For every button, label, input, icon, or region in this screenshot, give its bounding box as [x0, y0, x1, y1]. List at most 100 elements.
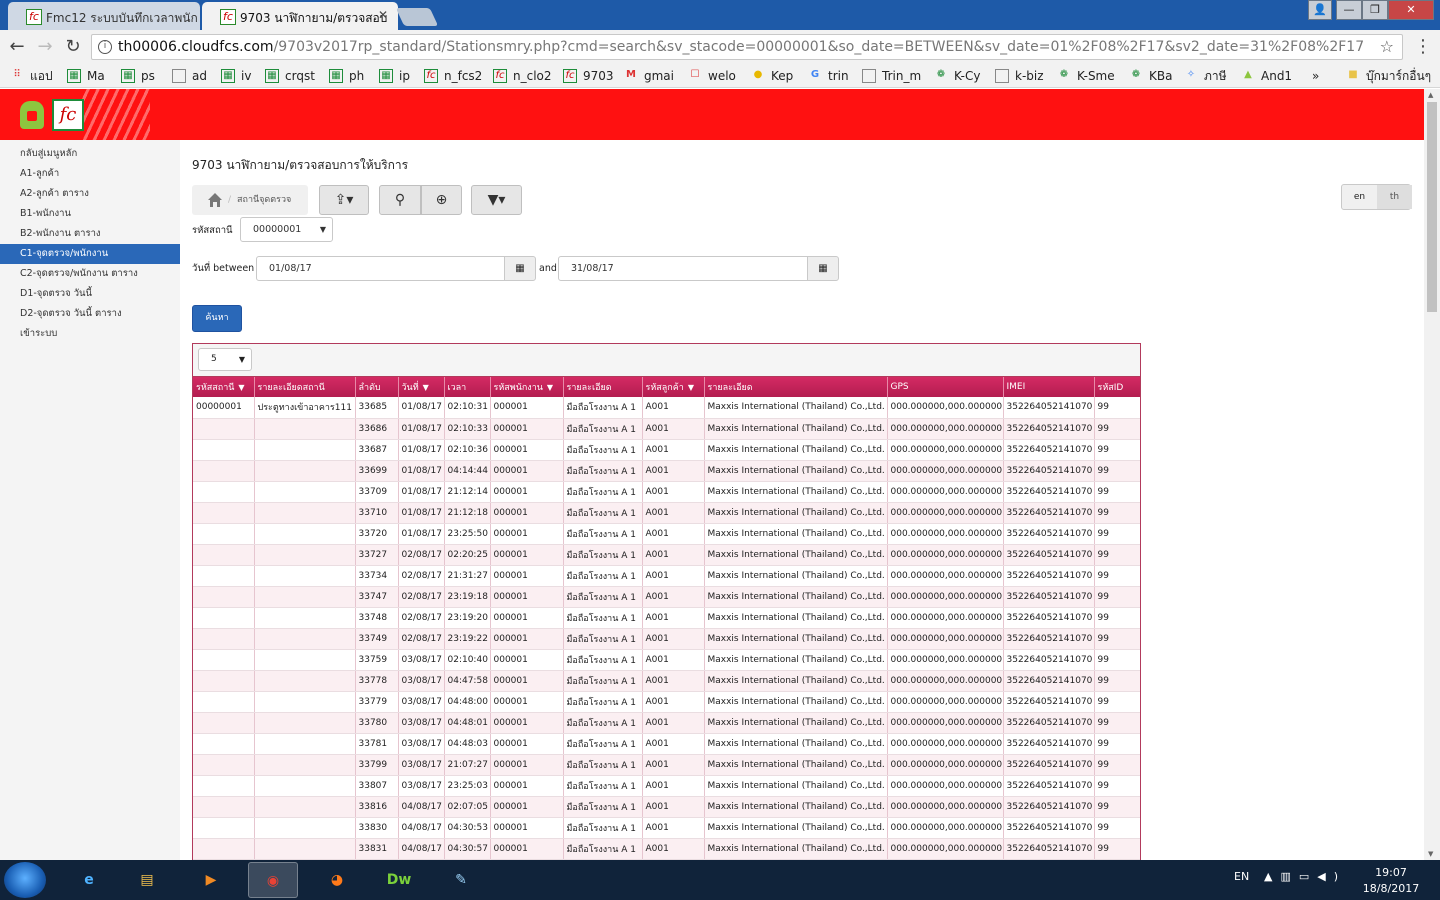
bookmark-k-biz[interactable]: k-biz [995, 68, 1044, 84]
column-header[interactable]: รหัสพนักงาน ▼ [490, 377, 564, 397]
tray-up-icon[interactable]: ▲ [1264, 870, 1280, 883]
reload-icon[interactable]: ↻ [62, 36, 84, 58]
bookmark-ip[interactable]: ▦ ip [379, 68, 410, 84]
column-header[interactable]: รายละเอียดสถานี [254, 377, 356, 397]
table-row[interactable]: 33734 02/08/17 21:31:27 000001 มือถือโรงงาน … [193, 565, 1140, 587]
table-row[interactable]: 33720 01/08/17 23:25:50 000001 มือถือโรงงาน … [193, 523, 1140, 545]
bookmark-ph[interactable]: ▦ ph [329, 68, 364, 84]
filter-button[interactable]: ▼▾ [471, 185, 522, 215]
scrollbar-thumb[interactable] [1427, 102, 1437, 312]
table-row[interactable]: 33780 03/08/17 04:48:01 000001 มือถือโรงงาน … [193, 712, 1140, 734]
scroll-up-icon[interactable]: ▲ [1428, 91, 1433, 99]
advanced-search-button[interactable]: ⊕ [421, 185, 462, 215]
close-window-button[interactable]: ✕ [1388, 0, 1434, 20]
column-header[interactable]: รหัสID [1094, 377, 1140, 397]
bookmark-tax[interactable]: ✧ ภาษี [1184, 68, 1227, 84]
table-row[interactable]: 33687 01/08/17 02:10:36 000001 มือถือโรงงาน … [193, 439, 1140, 461]
maximize-button[interactable]: ❐ [1362, 0, 1388, 20]
taskbar-dreamweaver-icon[interactable]: Dw [374, 862, 424, 898]
filter-icon[interactable]: ▼ [688, 383, 694, 392]
bookmark-star-icon[interactable]: ☆ [1380, 35, 1394, 59]
minimize-button[interactable]: — [1336, 0, 1362, 20]
column-header[interactable]: เวลา [444, 377, 491, 397]
filter-icon[interactable]: ▼ [238, 383, 244, 392]
sidebar-item-b2[interactable]: B2-พนักงาน ตาราง [0, 224, 180, 244]
bookmark-k-sme[interactable]: ❁ K-Sme [1057, 68, 1115, 84]
sidebar-item-c2[interactable]: C2-จุดตรวจ/พนักงาน ตาราง [0, 264, 180, 284]
table-row[interactable]: 33727 02/08/17 02:20:25 000001 มือถือโรงงาน … [193, 544, 1140, 566]
page-size-select[interactable]: 5 ▼ [198, 348, 252, 371]
column-header[interactable]: รหัสสถานี ▼ [193, 377, 255, 397]
sidebar-item-a1[interactable]: A1-ลูกค้า [0, 164, 180, 184]
user-icon[interactable]: 👤 [1308, 0, 1332, 20]
column-header[interactable]: ลำดับ [355, 377, 399, 397]
home-icon[interactable] [207, 192, 223, 208]
table-row[interactable]: 33816 04/08/17 02:07:05 000001 มือถือโรงงาน … [193, 796, 1140, 818]
table-row[interactable]: 33778 03/08/17 04:47:58 000001 มือถือโรงงาน … [193, 670, 1140, 692]
sidebar-item-d1[interactable]: D1-จุดตรวจ วันนี้ [0, 284, 180, 304]
bookmark-9703[interactable]: fc 9703 [563, 68, 614, 84]
table-row[interactable]: 33686 01/08/17 02:10:33 000001 มือถือโรงงาน … [193, 418, 1140, 440]
bookmark-welo[interactable]: ☐ welo [688, 68, 736, 84]
browser-menu-icon[interactable]: ⋮ [1414, 36, 1432, 57]
table-row[interactable]: 00000001 ประตูทางเข้าอาคาร111 33685 01/08/1… [193, 397, 1140, 419]
bookmark-trin[interactable]: Gtrin [808, 68, 849, 84]
taskbar-media-player-icon[interactable]: ▶ [186, 862, 236, 898]
calendar-to-button[interactable]: ▦ [807, 256, 839, 281]
address-bar[interactable]: i th00006.cloudfcs.com/9703v2017rp_stand… [91, 34, 1403, 60]
bookmark-n-fcs2[interactable]: fc n_fcs2 [424, 68, 482, 84]
bookmark-gmail[interactable]: Mgmai [624, 68, 674, 84]
clock[interactable]: 19:07 18/8/2017 [1356, 865, 1426, 897]
table-row[interactable]: 33831 04/08/17 04:30:57 000001 มือถือโรงงาน … [193, 838, 1140, 860]
sidebar-item-a2[interactable]: A2-ลูกค้า ตาราง [0, 184, 180, 204]
table-row[interactable]: 33781 03/08/17 04:48:03 000001 มือถือโรงงาน … [193, 733, 1140, 755]
sidebar-item-c1[interactable]: C1-จุดตรวจ/พนักงาน [0, 244, 180, 264]
column-header[interactable]: รหัสลูกค้า ▼ [642, 377, 705, 397]
tab-9703[interactable]: fc 9703 นาฬิกายาม/ตรวจสอบ ✕ [202, 2, 398, 30]
filter-icon[interactable]: ▼ [423, 383, 429, 392]
page-scrollbar[interactable]: ▲ ▼ [1424, 89, 1440, 860]
taskbar-paint-icon[interactable]: ✎ [436, 862, 486, 898]
taskbar-file-explorer-icon[interactable]: ▤ [122, 862, 172, 898]
bookmark-n-clo2[interactable]: fc n_clo2 [493, 68, 552, 84]
bookmark-and1[interactable]: ▲ And1 [1241, 68, 1292, 84]
search-button[interactable]: ค้นหา [192, 305, 242, 332]
bookmarks-overflow[interactable]: » [1292, 68, 1319, 84]
display-icon[interactable]: ▭ [1299, 870, 1317, 883]
system-tray[interactable]: ▲▥▭◀) [1264, 870, 1346, 883]
scroll-down-icon[interactable]: ▼ [1428, 850, 1433, 858]
sidebar-item-d2[interactable]: D2-จุดตรวจ วันนี้ ตาราง [0, 304, 180, 324]
table-row[interactable]: 33779 03/08/17 04:48:00 000001 มือถือโรงงาน … [193, 691, 1140, 713]
table-row[interactable]: 33830 04/08/17 04:30:53 000001 มือถือโรงงาน … [193, 817, 1140, 839]
station-select[interactable]: 00000001 ▼ [240, 217, 333, 242]
column-header[interactable]: วันที่ ▼ [398, 377, 445, 397]
bookmark-other[interactable]: ■ บุ๊กมาร์กอื่นๆ [1346, 68, 1431, 84]
tab-fmc12[interactable]: fc Fmc12 ระบบบันทึกเวลาพนัก [8, 2, 200, 30]
tab-close-icon[interactable]: ✕ [378, 8, 388, 22]
table-row[interactable]: 33748 02/08/17 23:19:20 000001 มือถือโรงงาน … [193, 607, 1140, 629]
bookmark-ad[interactable]: ad [172, 68, 207, 84]
calendar-from-button[interactable]: ▦ [504, 256, 536, 281]
table-row[interactable]: 33799 03/08/17 21:07:27 000001 มือถือโรงงาน … [193, 754, 1140, 776]
filter-icon[interactable]: ▼ [547, 383, 553, 392]
volume-icon[interactable]: ◀) [1317, 870, 1346, 883]
sidebar-item-b1[interactable]: B1-พนักงาน [0, 204, 180, 224]
date-to-input[interactable]: 31/08/17 [558, 256, 808, 281]
table-row[interactable]: 33749 02/08/17 23:19:22 000001 มือถือโรงงาน … [193, 628, 1140, 650]
table-row[interactable]: 33709 01/08/17 21:12:14 000001 มือถือโรงงาน … [193, 481, 1140, 503]
bookmark-kba[interactable]: ❁ KBa [1129, 68, 1173, 84]
bookmark-ps[interactable]: ▦ ps [121, 68, 155, 84]
input-language[interactable]: EN [1234, 870, 1249, 883]
column-header[interactable]: รายละเอียด [563, 377, 643, 397]
bookmark-k-cy[interactable]: ❁ K-Cy [934, 68, 981, 84]
table-row[interactable]: 33710 01/08/17 21:12:18 000001 มือถือโรงงาน … [193, 502, 1140, 524]
sidebar-item-main-menu[interactable]: กลับสู่เมนูหลัก [0, 144, 180, 164]
start-button[interactable] [4, 862, 46, 898]
lang-th-button[interactable]: th [1377, 185, 1412, 209]
table-row[interactable]: 33759 03/08/17 02:10:40 000001 มือถือโรงงาน … [193, 649, 1140, 671]
forward-arrow-icon[interactable]: → [34, 36, 56, 58]
back-arrow-icon[interactable]: ← [6, 36, 28, 58]
new-tab-button[interactable] [395, 8, 439, 26]
bookmark-apps[interactable]: ⠿ แอป [10, 68, 52, 84]
column-header[interactable]: IMEI [1003, 377, 1095, 397]
